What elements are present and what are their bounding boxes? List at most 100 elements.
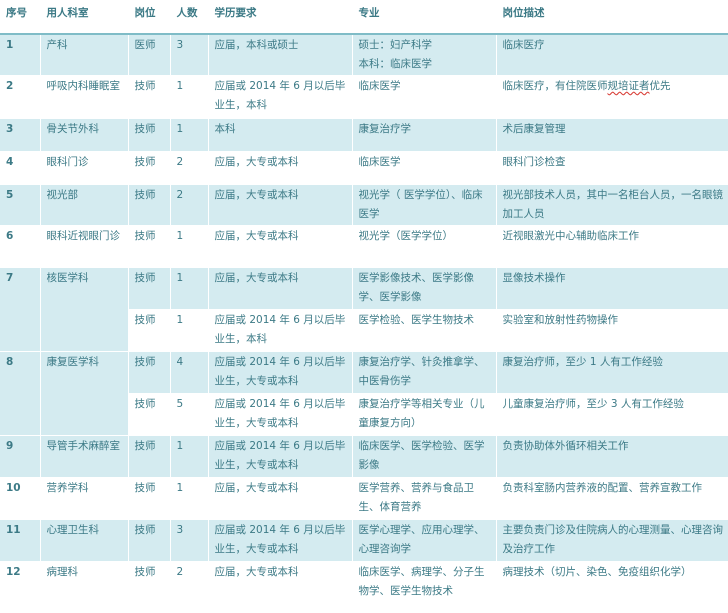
table-row: 7 核医学科 技师 1 应届，大专或本科 医学影像技术、医学影像学、医学影像 显… [0, 267, 728, 352]
table-row: 9 导管手术麻醉室 技师 1 应届或 2014 年 6 月以后毕业生，大专或本科… [0, 435, 728, 478]
row-desc: 负责科室肠内营养液的配置、营养宣教工作 [496, 477, 728, 520]
header-major: 专业 [352, 0, 497, 35]
row-count: 2 [170, 184, 209, 226]
row-major: 临床医学、病理学、分子生物学、医学生物技术 [352, 561, 497, 604]
row-edu: 应届，大专或本科 [208, 561, 353, 604]
row-dept: 导管手术麻醉室 [40, 435, 129, 478]
row-seq: 10 [0, 477, 41, 520]
row-edu: 应届或 2014 年 6 月以后毕业生，大专或本科 [208, 351, 353, 394]
row-desc: 视光部技术人员，其中一名柜台人员，一名眼镜加工人员 [496, 184, 728, 226]
row-seq: 4 [0, 151, 41, 185]
row-post: 技师 [128, 75, 171, 119]
row-count: 1 [170, 267, 209, 310]
row-dept: 产科 [40, 34, 129, 76]
table-row: 5 视光部 技师 2 应届，大专或本科 视光学（ 医学学位）、临床医学 视光部技… [0, 184, 728, 226]
desc-part: 优先 [649, 80, 671, 92]
row-major: 康复治疗学等相关专业（儿童康复方向） [352, 393, 497, 436]
row-major: 硕士：妇产科学 本科：临床医学 [352, 34, 497, 76]
row-edu: 本科 [208, 118, 353, 152]
row-edu: 应届，大专或本科 [208, 477, 353, 520]
row-edu: 应届或 2014 年 6 月以后毕业生，大专或本科 [208, 435, 353, 478]
row-post: 技师 [128, 151, 171, 185]
row-dept: 心理卫生科 [40, 519, 129, 562]
row-desc: 负责协助体外循环相关工作 [496, 435, 728, 478]
row-post: 技师 [128, 393, 171, 436]
header-post: 岗位 [128, 0, 171, 35]
row-edu: 应届或 2014 年 6 月以后毕业生，大专或本科 [208, 519, 353, 562]
row-edu: 应届或 2014 年 6 月以后毕业生，本科 [208, 75, 353, 119]
row-count: 3 [170, 34, 209, 76]
row-desc: 显像技术操作 [496, 267, 728, 310]
row-seq: 11 [0, 519, 41, 562]
row-major: 视光学（医学学位） [352, 225, 497, 268]
row-desc: 眼科门诊检查 [496, 151, 728, 185]
row-edu: 应届，大专或本科 [208, 151, 353, 185]
row-dept: 眼科近视眼门诊 [40, 225, 129, 268]
row-desc: 临床医疗，有住院医师规培证者优先 [496, 75, 728, 119]
row-count: 2 [170, 561, 209, 604]
row-seq: 1 [0, 34, 41, 76]
row-edu: 应届，大专或本科 [208, 267, 353, 310]
row-dept: 眼科门诊 [40, 151, 129, 185]
header-desc: 岗位描述 [496, 0, 728, 35]
row-desc: 儿童康复治疗师，至少 3 人有工作经验 [496, 393, 728, 436]
row-count: 4 [170, 351, 209, 394]
row-seq: 8 [0, 351, 41, 436]
row-seq: 5 [0, 184, 41, 226]
row-post: 技师 [128, 267, 171, 310]
row-desc: 病理技术（切片、染色、免疫组织化学） [496, 561, 728, 604]
header-row: 序号 用人科室 岗位 人数 学历要求 专业 岗位描述 [0, 0, 728, 35]
table-row: 6 眼科近视眼门诊 技师 1 应届，大专或本科 视光学（医学学位） 近视眼激光中… [0, 225, 728, 268]
row-dept: 骨关节外科 [40, 118, 129, 152]
row-dept: 营养学科 [40, 477, 129, 520]
row-dept: 核医学科 [40, 267, 129, 352]
table-row: 4 眼科门诊 技师 2 应届，大专或本科 临床医学 眼科门诊检查 [0, 151, 728, 185]
row-count: 1 [170, 477, 209, 520]
row-major: 临床医学 [352, 151, 497, 185]
row-count: 1 [170, 75, 209, 119]
row-edu: 应届或 2014 年 6 月以后毕业生，本科 [208, 309, 353, 352]
row-major: 医学检验、医学生物技术 [352, 309, 497, 352]
header-seq: 序号 [0, 0, 41, 35]
table-row: 10 营养学科 技师 1 应届，大专或本科 医学营养、营养与食品卫生、体育营养 … [0, 477, 728, 520]
row-major: 医学营养、营养与食品卫生、体育营养 [352, 477, 497, 520]
row-seq: 2 [0, 75, 41, 119]
row-major: 视光学（ 医学学位）、临床医学 [352, 184, 497, 226]
row-desc: 临床医疗 [496, 34, 728, 76]
row-post: 技师 [128, 184, 171, 226]
row-count: 1 [170, 118, 209, 152]
row-desc: 康复治疗师，至少 1 人有工作经验 [496, 351, 728, 394]
row-edu: 应届，大专或本科 [208, 225, 353, 268]
row-seq: 7 [0, 267, 41, 352]
row-count: 1 [170, 435, 209, 478]
row-count: 1 [170, 225, 209, 268]
table-row: 8 康复医学科 技师 4 应届或 2014 年 6 月以后毕业生，大专或本科 康… [0, 351, 728, 436]
row-dept: 病理科 [40, 561, 129, 604]
row-major: 医学影像技术、医学影像学、医学影像 [352, 267, 497, 310]
row-edu: 应届，本科或硕士 [208, 34, 353, 76]
row-seq: 6 [0, 225, 41, 268]
row-desc: 主要负责门诊及住院病人的心理测量、心理咨询及治疗工作 [496, 519, 728, 562]
header-count: 人数 [170, 0, 209, 35]
row-seq: 3 [0, 118, 41, 152]
row-post: 技师 [128, 351, 171, 394]
desc-part: 临床医疗，有住院医师 [502, 80, 608, 92]
row-post: 医师 [128, 34, 171, 76]
row-dept: 康复医学科 [40, 351, 129, 436]
row-desc: 近视眼激光中心辅助临床工作 [496, 225, 728, 268]
row-major: 康复治疗学 [352, 118, 497, 152]
table-row: 1 产科 医师 3 应届，本科或硕士 硕士：妇产科学 本科：临床医学 临床医疗 [0, 34, 728, 76]
row-seq: 12 [0, 561, 41, 604]
row-count: 3 [170, 519, 209, 562]
row-count: 5 [170, 393, 209, 436]
row-post: 技师 [128, 519, 171, 562]
row-dept: 呼吸内科睡眠室 [40, 75, 129, 119]
table-row: 12 病理科 技师 2 应届，大专或本科 临床医学、病理学、分子生物学、医学生物… [0, 561, 728, 604]
row-major: 临床医学、医学检验、医学影像 [352, 435, 497, 478]
row-major: 临床医学 [352, 75, 497, 119]
row-edu: 应届或 2014 年 6 月以后毕业生，大专或本科 [208, 393, 353, 436]
row-post: 技师 [128, 309, 171, 352]
row-post: 技师 [128, 477, 171, 520]
row-count: 2 [170, 151, 209, 185]
row-dept: 视光部 [40, 184, 129, 226]
